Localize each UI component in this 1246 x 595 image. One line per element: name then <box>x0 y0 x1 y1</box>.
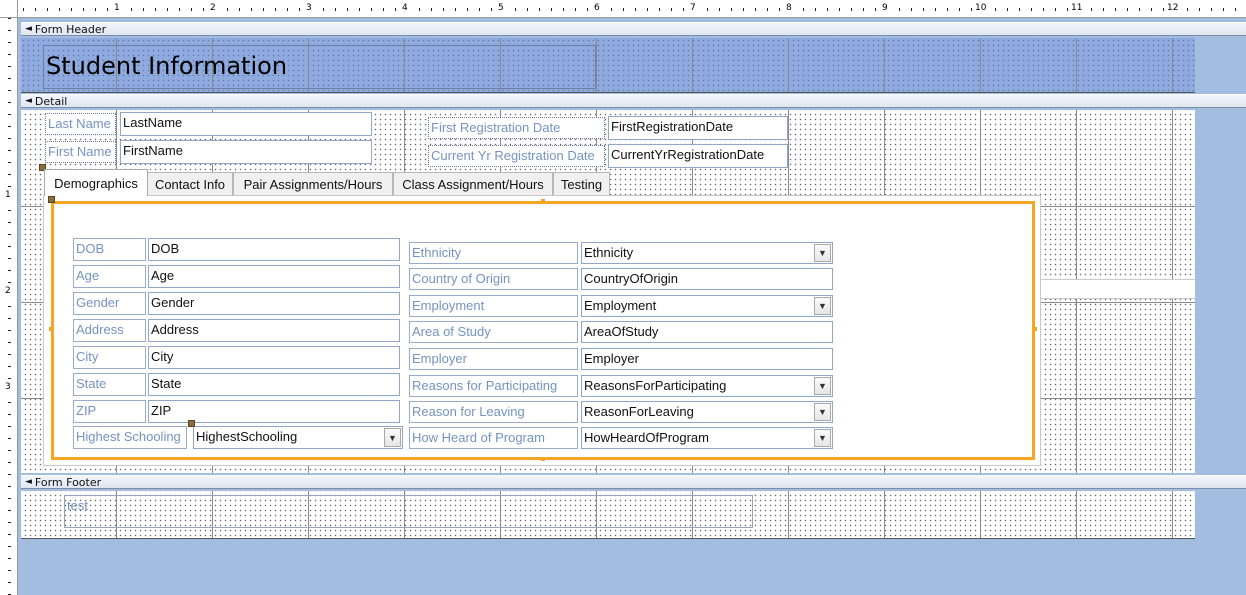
last-name-label: Last Name <box>45 113 116 135</box>
reasons-participating-label: Reasons for Participating <box>409 375 578 397</box>
reason-leaving-label: Reason for Leaving <box>409 401 578 423</box>
current-registration-label: Current Yr Registration Date <box>428 145 605 167</box>
ruler-number: 5 <box>497 3 505 13</box>
employment-combo[interactable]: Employment ▼ <box>581 295 833 317</box>
chevron-down-icon[interactable]: ▼ <box>814 244 831 262</box>
resize-handle-bottom[interactable] <box>541 457 545 461</box>
chevron-down-icon[interactable]: ▼ <box>814 403 831 421</box>
ruler-number: 4 <box>401 3 409 13</box>
collapse-icon: ◄ <box>25 23 32 34</box>
employer-label: Employer <box>409 348 578 370</box>
resize-handle-top[interactable] <box>541 199 545 203</box>
page-move-handle[interactable] <box>48 196 55 203</box>
address-label: Address <box>73 319 146 342</box>
employment-value: Employment <box>584 298 657 313</box>
ethnicity-combo[interactable]: Ethnicity ▼ <box>581 242 833 264</box>
detail-bar[interactable]: ◄ Detail <box>21 94 1246 108</box>
ruler-number: 11 <box>1070 3 1084 13</box>
chevron-down-icon[interactable]: ▼ <box>814 429 831 447</box>
ethnicity-value: Ethnicity <box>584 245 634 260</box>
last-name-field[interactable]: LastName <box>120 112 372 136</box>
ruler-number: 2 <box>4 286 12 296</box>
collapse-icon: ◄ <box>25 95 32 106</box>
gender-label: Gender <box>73 292 146 315</box>
ruler-number: 2 <box>209 3 217 13</box>
ruler-number: 9 <box>881 3 889 13</box>
tab-class-assignment[interactable]: Class Assignment/Hours <box>393 172 553 195</box>
ruler-number: 3 <box>305 3 313 13</box>
resize-handle-left[interactable] <box>49 327 53 331</box>
highest-schooling-label: Highest Schooling <box>73 426 187 449</box>
dob-field[interactable]: DOB <box>148 238 400 261</box>
city-label: City <box>73 346 146 369</box>
chevron-down-icon[interactable]: ▼ <box>814 297 831 315</box>
horizontal-ruler: 1 2 3 4 5 6 7 8 9 10 11 12 <box>0 0 1246 18</box>
tab-demographics[interactable]: Demographics <box>44 169 148 196</box>
chevron-down-icon[interactable]: ▼ <box>384 428 401 447</box>
ruler-number: 10 <box>974 3 988 13</box>
test-label: test <box>67 498 88 513</box>
city-field[interactable]: City <box>148 346 400 369</box>
resize-handle-right[interactable] <box>1033 327 1037 331</box>
reason-leaving-combo[interactable]: ReasonForLeaving ▼ <box>581 401 833 423</box>
ruler-number: 3 <box>4 382 12 392</box>
state-field[interactable]: State <box>148 373 400 396</box>
tab-pair-assignments[interactable]: Pair Assignments/Hours <box>233 172 393 195</box>
ruler-number: 12 <box>1166 3 1180 13</box>
highest-schooling-combo[interactable]: HighestSchooling ▼ <box>193 426 403 449</box>
page-title: Student Information <box>46 52 288 80</box>
ruler-number: 6 <box>593 3 601 13</box>
form-header-bar[interactable]: ◄ Form Header <box>21 22 1246 36</box>
current-registration-field[interactable]: CurrentYrRegistrationDate <box>608 144 788 168</box>
ruler-number: 1 <box>113 3 121 13</box>
reasons-participating-value: ReasonsForParticipating <box>584 378 727 393</box>
collapse-icon: ◄ <box>25 476 32 487</box>
first-registration-field[interactable]: FirstRegistrationDate <box>608 116 788 140</box>
state-label: State <box>73 373 146 396</box>
form-footer-label: Form Footer <box>34 475 102 489</box>
first-registration-label: First Registration Date <box>428 117 605 139</box>
form-header-label: Form Header <box>34 22 107 36</box>
ethnicity-label: Ethnicity <box>409 242 578 264</box>
how-heard-combo[interactable]: HowHeardOfProgram ▼ <box>581 427 833 449</box>
employment-label: Employment <box>409 295 578 317</box>
area-of-study-label: Area of Study <box>409 321 578 343</box>
address-field[interactable]: Address <box>148 319 400 342</box>
country-of-origin-label: Country of Origin <box>409 268 578 290</box>
age-field[interactable]: Age <box>148 265 400 288</box>
reasons-participating-combo[interactable]: ReasonsForParticipating ▼ <box>581 375 833 397</box>
zip-label: ZIP <box>73 400 146 423</box>
control-move-handle[interactable] <box>188 420 195 427</box>
first-name-field[interactable]: FirstName <box>120 140 372 164</box>
employer-field[interactable]: Employer <box>581 348 833 370</box>
vertical-ruler: 1 2 3 <box>0 18 18 595</box>
gender-field[interactable]: Gender <box>148 292 400 315</box>
how-heard-value: HowHeardOfProgram <box>584 430 709 445</box>
ruler-number: 8 <box>785 3 793 13</box>
test-control[interactable]: test <box>64 495 753 528</box>
title-box[interactable]: Student Information <box>43 45 596 89</box>
country-of-origin-field[interactable]: CountryOfOrigin <box>581 268 833 290</box>
ruler-number: 1 <box>4 190 12 200</box>
reason-leaving-value: ReasonForLeaving <box>584 404 694 419</box>
detail-label: Detail <box>34 94 68 108</box>
tab-control-overflow <box>1041 279 1195 299</box>
zip-field[interactable]: ZIP <box>148 400 400 423</box>
tab-testing[interactable]: Testing <box>553 172 610 195</box>
form-footer-bar[interactable]: ◄ Form Footer <box>21 475 1246 489</box>
chevron-down-icon[interactable]: ▼ <box>814 377 831 395</box>
area-of-study-field[interactable]: AreaOfStudy <box>581 321 833 343</box>
highest-schooling-value: HighestSchooling <box>196 429 298 444</box>
first-name-label: First Name <box>45 141 116 163</box>
tab-contact-info[interactable]: Contact Info <box>147 172 233 195</box>
how-heard-label: How Heard of Program <box>409 427 578 449</box>
dob-label: DOB <box>73 238 146 261</box>
ruler-number: 7 <box>689 3 697 13</box>
age-label: Age <box>73 265 146 288</box>
ruler-corner[interactable] <box>0 0 18 18</box>
